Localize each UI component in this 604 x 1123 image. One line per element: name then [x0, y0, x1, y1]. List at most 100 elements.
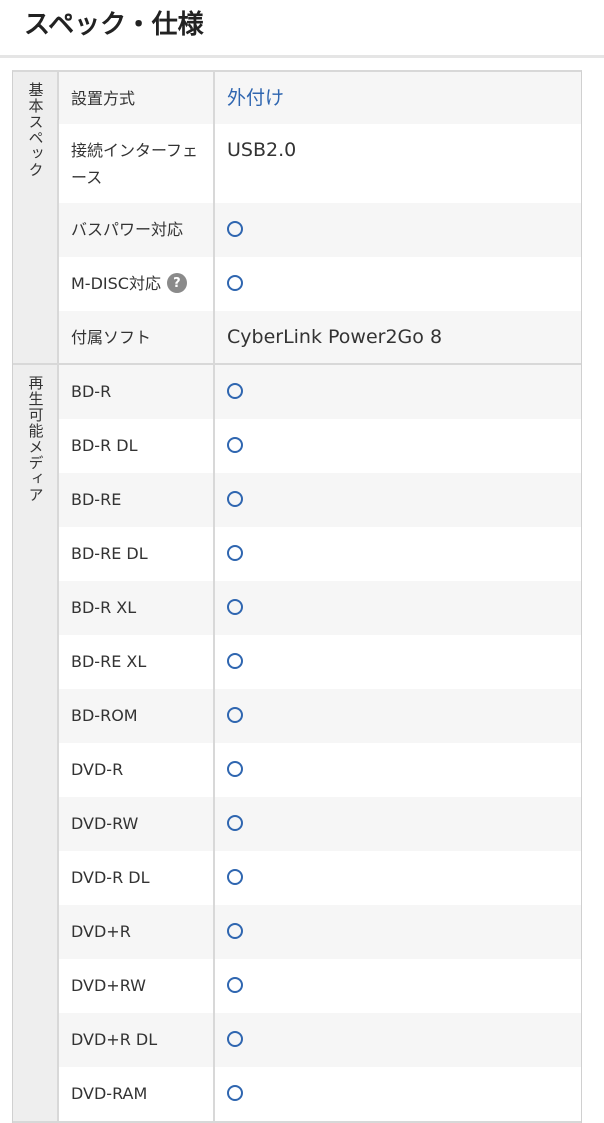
- spec-value-cell: USB2.0: [215, 124, 581, 203]
- supported-circle-icon: [227, 761, 243, 777]
- spec-group-label-text: 基本スペック: [26, 82, 45, 178]
- spec-key: BD-RE DL: [71, 544, 148, 563]
- spec-row: DVD+R: [59, 905, 581, 959]
- spec-group: 基本スペック 設置方式 外付け接続インターフェース USB2.0 バスパワー対応 M-DI…: [13, 72, 581, 365]
- supported-circle-icon: [227, 275, 243, 291]
- spec-value-cell: [215, 527, 581, 581]
- spec-group-label-text: 再生可能メディア: [26, 375, 45, 503]
- spec-key: BD-R: [71, 382, 112, 401]
- spec-value-cell: [215, 257, 581, 311]
- spec-key-cell: BD-ROM: [59, 689, 215, 743]
- spec-row: BD-ROM: [59, 689, 581, 743]
- supported-circle-icon: [227, 221, 243, 237]
- spec-key-cell: バスパワー対応: [59, 203, 215, 257]
- spec-group: 再生可能メディア BD-R BD-R DL BD-RE BD-RE DL BD-R XL B…: [13, 365, 581, 1123]
- supported-circle-icon: [227, 707, 243, 723]
- spec-key-cell: BD-R DL: [59, 419, 215, 473]
- spec-value-link[interactable]: 外付け: [227, 87, 284, 109]
- spec-key: DVD-R DL: [71, 868, 150, 887]
- spec-key: DVD-RW: [71, 814, 139, 833]
- spec-value-cell: [215, 689, 581, 743]
- supported-circle-icon: [227, 383, 243, 399]
- spec-key-cell: M-DISC対応?: [59, 257, 215, 311]
- spec-value-cell: [215, 203, 581, 257]
- spec-key-cell: DVD-R: [59, 743, 215, 797]
- spec-key-cell: BD-RE DL: [59, 527, 215, 581]
- spec-value-cell: [215, 1067, 581, 1121]
- spec-key-cell: 設置方式: [59, 72, 215, 124]
- spec-group-label: 再生可能メディア: [13, 365, 59, 1121]
- spec-key-cell: DVD-R DL: [59, 851, 215, 905]
- spec-value-cell: [215, 419, 581, 473]
- spec-key: 設置方式: [71, 89, 136, 108]
- spec-value-cell: [215, 1013, 581, 1067]
- supported-circle-icon: [227, 1085, 243, 1101]
- spec-row: BD-R DL: [59, 419, 581, 473]
- spec-row: DVD-RW: [59, 797, 581, 851]
- spec-key-cell: 付属ソフト: [59, 311, 215, 363]
- spec-key: BD-ROM: [71, 706, 138, 725]
- spec-row: 設置方式 外付け: [59, 72, 581, 124]
- page-header: スペック・仕様: [0, 0, 604, 58]
- spec-row: 接続インターフェース USB2.0: [59, 124, 581, 203]
- spec-rows: BD-R BD-R DL BD-RE BD-RE DL BD-R XL BD-RE XL B…: [59, 365, 581, 1121]
- spec-key-cell: 接続インターフェース: [59, 124, 215, 203]
- spec-key: DVD+R DL: [71, 1030, 158, 1049]
- spec-key-cell: DVD+RW: [59, 959, 215, 1013]
- spec-key: 付属ソフト: [71, 328, 152, 347]
- spec-row: DVD+R DL: [59, 1013, 581, 1067]
- supported-circle-icon: [227, 599, 243, 615]
- spec-row: DVD-RAM: [59, 1067, 581, 1121]
- spec-key: BD-RE XL: [71, 652, 147, 671]
- spec-key: DVD+R: [71, 922, 131, 941]
- spec-key: M-DISC対応: [71, 274, 161, 293]
- spec-row: BD-RE DL: [59, 527, 581, 581]
- spec-key-cell: BD-RE XL: [59, 635, 215, 689]
- spec-value-cell: [215, 635, 581, 689]
- spec-value-cell: [215, 743, 581, 797]
- spec-row: BD-R: [59, 365, 581, 419]
- spec-group-label: 基本スペック: [13, 72, 59, 363]
- supported-circle-icon: [227, 545, 243, 561]
- spec-key-cell: DVD-RW: [59, 797, 215, 851]
- spec-value-cell: 外付け: [215, 72, 581, 124]
- spec-key-cell: DVD+R: [59, 905, 215, 959]
- spec-row: BD-R XL: [59, 581, 581, 635]
- spec-row: DVD+RW: [59, 959, 581, 1013]
- spec-key-cell: BD-R: [59, 365, 215, 419]
- supported-circle-icon: [227, 437, 243, 453]
- spec-key: DVD+RW: [71, 976, 146, 995]
- spec-value: CyberLink Power2Go 8: [227, 326, 443, 348]
- spec-key-cell: DVD+R DL: [59, 1013, 215, 1067]
- spec-key: DVD-R: [71, 760, 124, 779]
- spec-key-cell: DVD-RAM: [59, 1067, 215, 1121]
- page-title: スペック・仕様: [24, 10, 204, 40]
- spec-value-cell: CyberLink Power2Go 8: [215, 311, 581, 363]
- spec-value-cell: [215, 581, 581, 635]
- spec-value-cell: [215, 473, 581, 527]
- spec-row: 付属ソフト CyberLink Power2Go 8: [59, 311, 581, 363]
- spec-value-cell: [215, 365, 581, 419]
- supported-circle-icon: [227, 491, 243, 507]
- spec-key: BD-R DL: [71, 436, 138, 455]
- spec-key: 接続インターフェース: [71, 141, 199, 187]
- spec-key-cell: BD-RE: [59, 473, 215, 527]
- spec-key: BD-R XL: [71, 598, 137, 617]
- spec-row: BD-RE XL: [59, 635, 581, 689]
- spec-rows: 設置方式 外付け 接続インターフェース USB2.0 バスパワー対応 M-DISC対応? 付…: [59, 72, 581, 363]
- help-icon[interactable]: ?: [166, 273, 187, 293]
- spec-value-cell: [215, 851, 581, 905]
- supported-circle-icon: [227, 869, 243, 885]
- supported-circle-icon: [227, 977, 243, 993]
- spec-key-cell: BD-R XL: [59, 581, 215, 635]
- spec-value-cell: [215, 959, 581, 1013]
- spec-row: M-DISC対応?: [59, 257, 581, 311]
- spec-row: BD-RE: [59, 473, 581, 527]
- spec-value-cell: [215, 905, 581, 959]
- spec-row: DVD-R DL: [59, 851, 581, 905]
- spec-key: バスパワー対応: [71, 220, 184, 239]
- supported-circle-icon: [227, 923, 243, 939]
- spec-key: DVD-RAM: [71, 1084, 148, 1103]
- supported-circle-icon: [227, 815, 243, 831]
- spec-row: バスパワー対応: [59, 203, 581, 257]
